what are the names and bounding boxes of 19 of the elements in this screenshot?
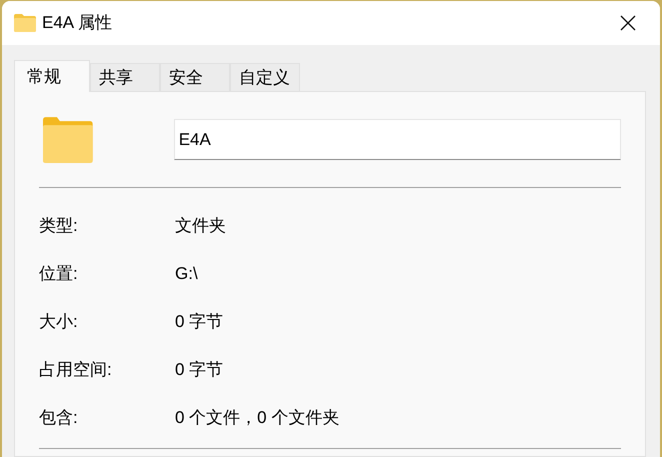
folder-icon xyxy=(43,116,93,162)
property-label: 占用空间: xyxy=(39,359,113,382)
property-value: G:\ xyxy=(175,263,198,286)
folder-icon xyxy=(14,14,36,32)
tab[interactable]: 自定义 xyxy=(230,63,300,91)
property-value: 0 字节 xyxy=(175,359,224,382)
property-value: 0 个文件，0 个文件夹 xyxy=(175,407,340,430)
tab[interactable]: 共享 xyxy=(90,63,160,91)
tab[interactable]: 安全 xyxy=(160,63,230,91)
property-label: 包含: xyxy=(39,407,79,430)
property-label: 大小: xyxy=(39,311,79,334)
property-value: 0 字节 xyxy=(175,311,224,334)
property-label: 位置: xyxy=(39,263,79,286)
close-icon xyxy=(620,15,636,31)
tab[interactable]: 常规 xyxy=(14,60,90,92)
property-label: 类型: xyxy=(39,215,79,238)
window-title: E4A 属性 xyxy=(42,12,112,34)
name-field[interactable]: E4A xyxy=(174,119,621,160)
property-value: 文件夹 xyxy=(175,215,226,238)
